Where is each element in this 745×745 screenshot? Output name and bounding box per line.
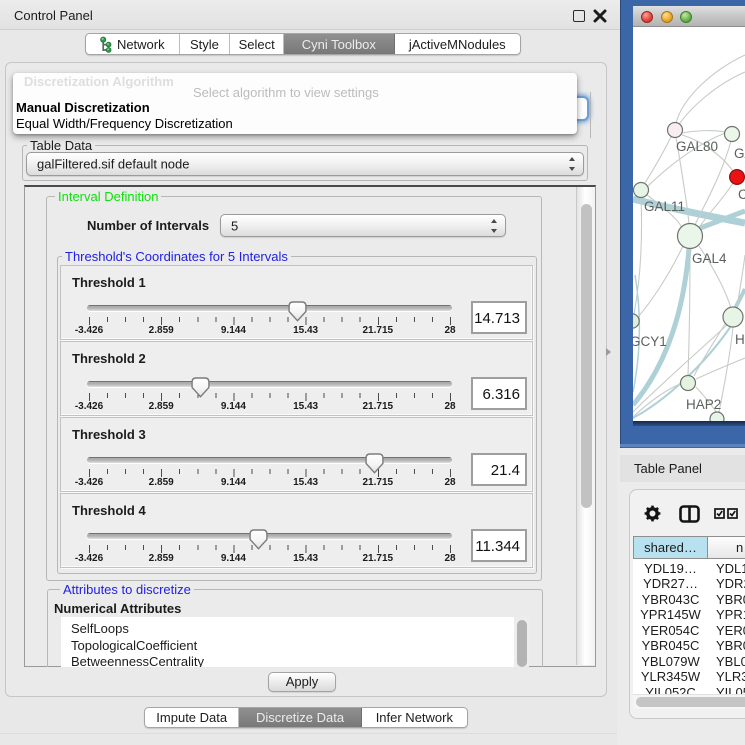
svg-text:GA: GA bbox=[734, 146, 745, 161]
svg-text:GAL80: GAL80 bbox=[676, 139, 718, 154]
svg-text:GCY1: GCY1 bbox=[633, 334, 667, 349]
svg-text:C: C bbox=[738, 187, 745, 202]
svg-text:HAP2: HAP2 bbox=[686, 397, 721, 412]
svg-text:GAL4: GAL4 bbox=[692, 251, 727, 266]
svg-text:H: H bbox=[735, 332, 745, 347]
svg-text:GAL11: GAL11 bbox=[644, 199, 685, 214]
